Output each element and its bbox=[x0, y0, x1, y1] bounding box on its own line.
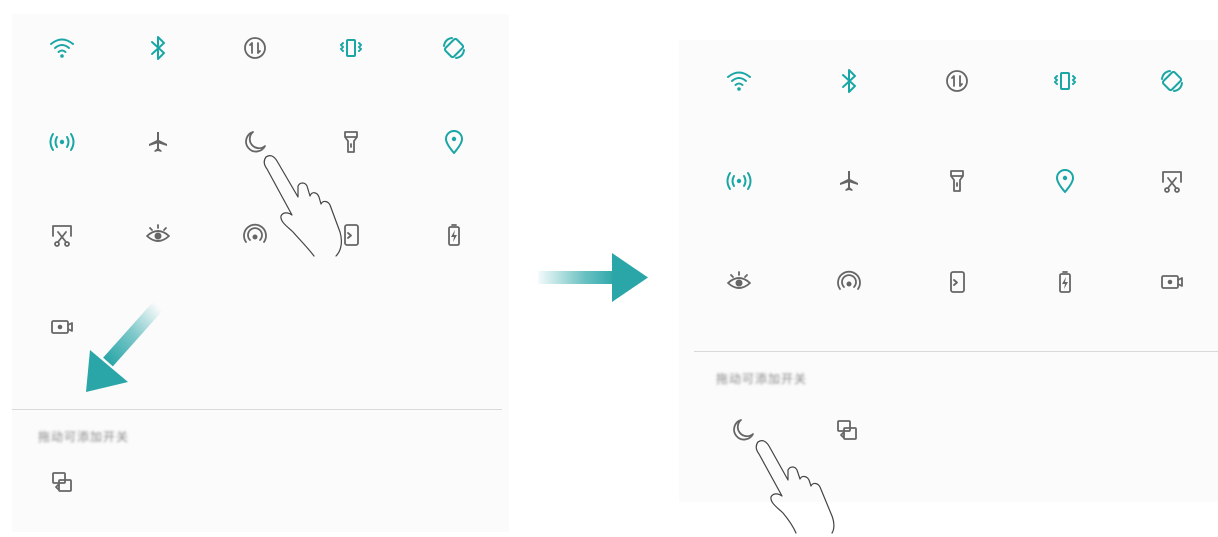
screen-recorder-icon[interactable] bbox=[42, 307, 82, 347]
hotspot-icon[interactable] bbox=[719, 161, 759, 201]
bluetooth-icon[interactable] bbox=[138, 28, 178, 68]
auto-rotate-icon[interactable] bbox=[1152, 61, 1192, 101]
battery-saver-icon[interactable] bbox=[434, 215, 474, 255]
transition-arrow bbox=[538, 250, 650, 310]
auto-rotate-icon[interactable] bbox=[434, 28, 474, 68]
wifi-icon[interactable] bbox=[719, 61, 759, 101]
eye-comfort-icon[interactable] bbox=[138, 215, 178, 255]
screen-projection-icon[interactable] bbox=[42, 462, 82, 502]
screenshot-icon[interactable] bbox=[1152, 161, 1192, 201]
airplane-icon[interactable] bbox=[829, 161, 869, 201]
hotspot-icon[interactable] bbox=[42, 122, 82, 162]
section-divider bbox=[12, 409, 502, 410]
section-label: 拖动可添加开关 bbox=[38, 430, 130, 444]
eye-comfort-icon[interactable] bbox=[719, 262, 759, 302]
battery-saver-icon[interactable] bbox=[1045, 262, 1085, 302]
screen-recorder-icon[interactable] bbox=[1152, 262, 1192, 302]
quick-settings-editor-before bbox=[12, 14, 509, 532]
section-divider bbox=[694, 351, 1218, 352]
location-icon[interactable] bbox=[434, 122, 474, 162]
airplane-icon[interactable] bbox=[138, 122, 178, 162]
screenshot-icon[interactable] bbox=[42, 215, 82, 255]
location-icon[interactable] bbox=[1045, 161, 1085, 201]
mobile-data-icon[interactable] bbox=[235, 28, 275, 68]
vibrate-icon[interactable] bbox=[331, 28, 371, 68]
hand-pointer-icon bbox=[752, 438, 847, 537]
hand-pointer-icon bbox=[258, 152, 353, 261]
section-label: 拖动可添加开关 bbox=[716, 372, 808, 386]
vibrate-icon[interactable] bbox=[1045, 61, 1085, 101]
flashlight-icon[interactable] bbox=[937, 161, 977, 201]
wifi-icon[interactable] bbox=[42, 28, 82, 68]
drag-down-arrow bbox=[78, 300, 168, 399]
mobile-data-icon[interactable] bbox=[937, 61, 977, 101]
huawei-share-icon[interactable] bbox=[937, 262, 977, 302]
bluetooth-icon[interactable] bbox=[829, 61, 869, 101]
nfc-icon[interactable] bbox=[829, 262, 869, 302]
